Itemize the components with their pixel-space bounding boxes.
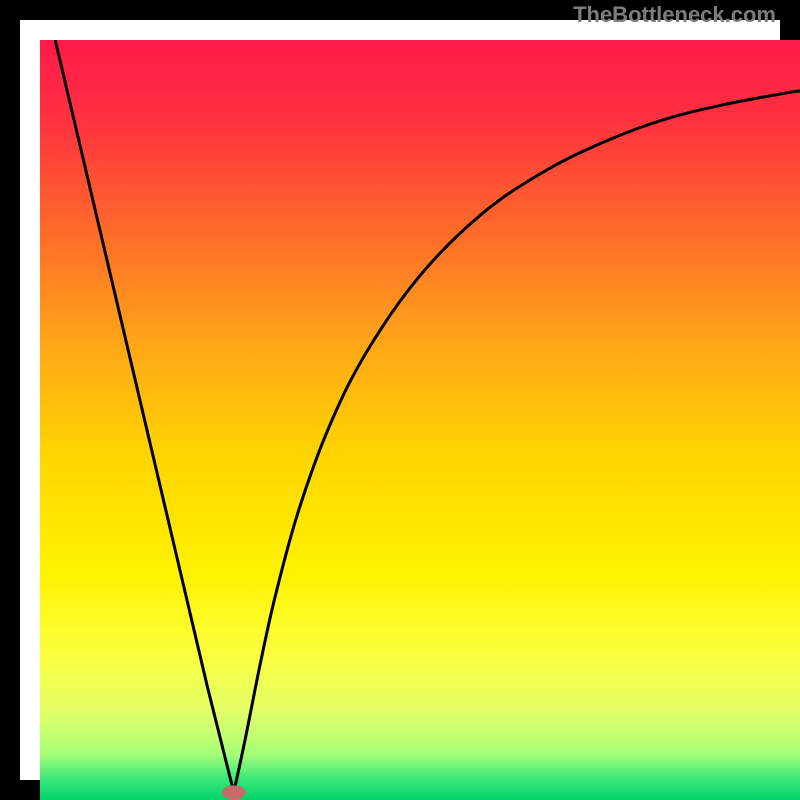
minimum-marker (222, 785, 246, 799)
plot-area (40, 40, 800, 800)
gradient-background (40, 40, 800, 800)
watermark-text: TheBottleneck.com (573, 2, 776, 28)
chart-frame (0, 0, 800, 800)
chart-svg (40, 40, 800, 800)
